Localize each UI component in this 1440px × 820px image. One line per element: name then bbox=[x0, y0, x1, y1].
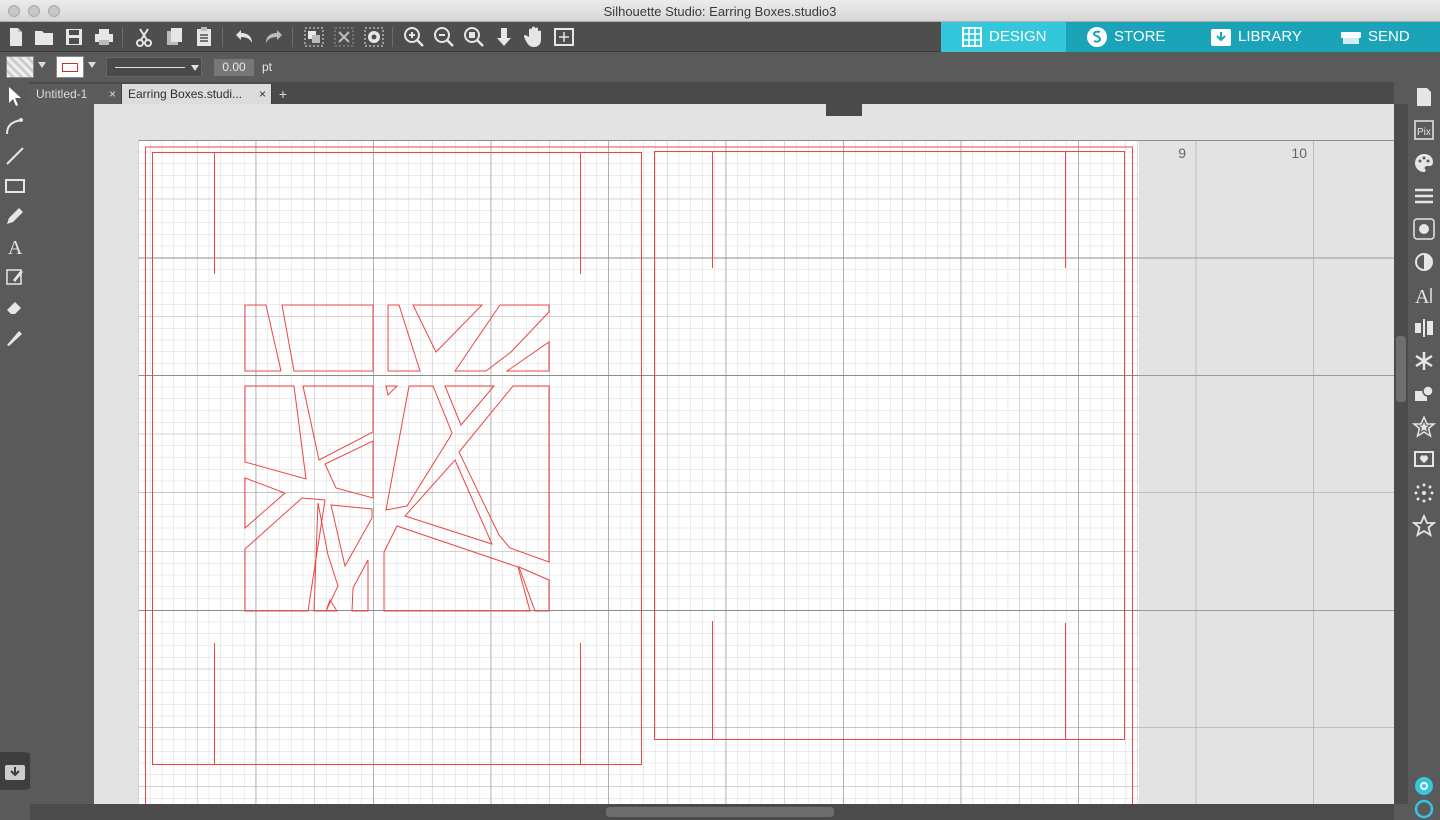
page-handle[interactable] bbox=[826, 104, 862, 116]
open-folder-icon[interactable] bbox=[32, 25, 56, 49]
download-icon bbox=[5, 765, 25, 780]
tab-store[interactable]: STORE bbox=[1066, 22, 1190, 52]
grid-icon bbox=[962, 27, 982, 47]
tab-label: Earring Boxes.studi... bbox=[128, 87, 243, 101]
cutter-machine-icon bbox=[1341, 32, 1361, 44]
line-style-select[interactable] bbox=[106, 57, 202, 77]
pixscan-icon[interactable]: Pix bbox=[1412, 118, 1436, 142]
sketch-dots-icon[interactable] bbox=[1412, 481, 1436, 505]
line-width-unit: pt bbox=[262, 60, 273, 74]
redo-icon[interactable] bbox=[262, 25, 286, 49]
line-style-icon[interactable] bbox=[1412, 184, 1436, 208]
paste-icon[interactable] bbox=[192, 25, 216, 49]
line-tool-icon[interactable] bbox=[3, 144, 27, 168]
knife-tool-icon[interactable] bbox=[3, 324, 27, 348]
settings-gear-icon[interactable] bbox=[1412, 774, 1436, 798]
print-icon[interactable] bbox=[92, 25, 116, 49]
fill-swatch[interactable] bbox=[6, 56, 34, 78]
zoom-out-icon[interactable] bbox=[432, 25, 456, 49]
zoom-in-icon[interactable] bbox=[402, 25, 426, 49]
close-tab-icon[interactable]: × bbox=[109, 84, 116, 104]
design-canvas-svg[interactable]: 9 10 bbox=[30, 104, 1394, 804]
sync-icon[interactable] bbox=[1412, 798, 1436, 820]
line-color-dropdown-arrow[interactable] bbox=[88, 62, 96, 68]
text-style-icon[interactable]: A bbox=[1412, 283, 1436, 307]
tab-library-label: LIBRARY bbox=[1238, 28, 1302, 45]
tab-send[interactable]: SEND bbox=[1320, 22, 1440, 52]
draw-tool-icon[interactable] bbox=[3, 264, 27, 288]
close-tab-icon[interactable]: × bbox=[259, 84, 266, 104]
design-canvas[interactable]: 9 10 bbox=[30, 104, 1394, 804]
line-color-swatch[interactable] bbox=[56, 56, 84, 78]
svg-text:Pix: Pix bbox=[1417, 127, 1431, 138]
store-logo-icon bbox=[1087, 27, 1107, 47]
move-down-icon[interactable] bbox=[492, 25, 516, 49]
vertical-scrollbar[interactable] bbox=[1394, 104, 1408, 804]
align-icon[interactable] bbox=[1412, 316, 1436, 340]
left-tools-panel: A bbox=[0, 82, 42, 820]
shadow-icon[interactable] bbox=[1412, 250, 1436, 274]
tab-design[interactable]: DESIGN bbox=[941, 22, 1066, 52]
text-tool-icon[interactable]: A bbox=[3, 234, 27, 258]
document-tabs: Untitled-1 × Earring Boxes.studi... × + bbox=[30, 82, 1394, 104]
pencil-tool-icon[interactable] bbox=[3, 204, 27, 228]
edit-points-icon[interactable] bbox=[3, 114, 27, 138]
horizontal-scroll-thumb[interactable] bbox=[606, 807, 834, 817]
zoom-fit-icon[interactable] bbox=[462, 25, 486, 49]
select-arrow-icon[interactable] bbox=[3, 84, 27, 108]
new-tab-button[interactable]: + bbox=[274, 85, 292, 103]
ruler-label-10: 10 bbox=[1291, 145, 1307, 161]
svg-text:A: A bbox=[1415, 286, 1430, 307]
vertical-scroll-thumb[interactable] bbox=[1396, 336, 1406, 402]
main-toolbar: DESIGN STORE LIBRARY SEND bbox=[0, 22, 1440, 52]
tab-label: Untitled-1 bbox=[36, 87, 88, 101]
fill-pattern-icon[interactable] bbox=[1412, 217, 1436, 241]
pan-hand-icon[interactable] bbox=[522, 25, 546, 49]
tab-library[interactable]: LIBRARY bbox=[1190, 22, 1320, 52]
new-file-icon[interactable] bbox=[4, 25, 28, 49]
favorites-star-icon[interactable] bbox=[1412, 514, 1436, 538]
replicate-icon[interactable] bbox=[1412, 349, 1436, 373]
tab-earring-boxes[interactable]: Earring Boxes.studi... × bbox=[122, 84, 272, 104]
page-setup-icon[interactable] bbox=[1412, 85, 1436, 109]
eraser-tool-icon[interactable] bbox=[3, 294, 27, 318]
svg-text:A: A bbox=[8, 237, 23, 258]
cut-icon[interactable] bbox=[132, 25, 156, 49]
trace-icon[interactable] bbox=[1412, 448, 1436, 472]
modify-icon[interactable] bbox=[1412, 382, 1436, 406]
save-icon[interactable] bbox=[62, 25, 86, 49]
tab-store-label: STORE bbox=[1114, 28, 1166, 45]
palette-icon[interactable] bbox=[1412, 151, 1436, 175]
window-titlebar: Silhouette Studio: Earring Boxes.studio3 bbox=[0, 0, 1440, 22]
fill-dropdown-arrow[interactable] bbox=[38, 62, 46, 68]
line-width-field[interactable]: 0.00 bbox=[214, 59, 254, 76]
tab-design-label: DESIGN bbox=[989, 28, 1047, 45]
tab-send-label: SEND bbox=[1368, 28, 1410, 45]
rectangle-tool-icon[interactable] bbox=[3, 174, 27, 198]
compound-path-icon[interactable] bbox=[362, 25, 386, 49]
fit-page-icon[interactable] bbox=[552, 25, 576, 49]
offset-star-icon[interactable] bbox=[1412, 415, 1436, 439]
window-title: Silhouette Studio: Earring Boxes.studio3 bbox=[603, 4, 837, 19]
right-panels-bar: Pix A bbox=[1408, 82, 1440, 820]
copy-icon[interactable] bbox=[162, 25, 186, 49]
library-download-icon bbox=[1211, 29, 1231, 46]
undo-icon[interactable] bbox=[232, 25, 256, 49]
group-icon[interactable] bbox=[302, 25, 326, 49]
line-options-bar: 0.00 pt bbox=[0, 52, 1440, 82]
ungroup-icon[interactable] bbox=[332, 25, 356, 49]
horizontal-scrollbar[interactable] bbox=[30, 804, 1394, 820]
ruler-label-9: 9 bbox=[1178, 145, 1186, 161]
tab-untitled-1[interactable]: Untitled-1 × bbox=[30, 84, 122, 104]
